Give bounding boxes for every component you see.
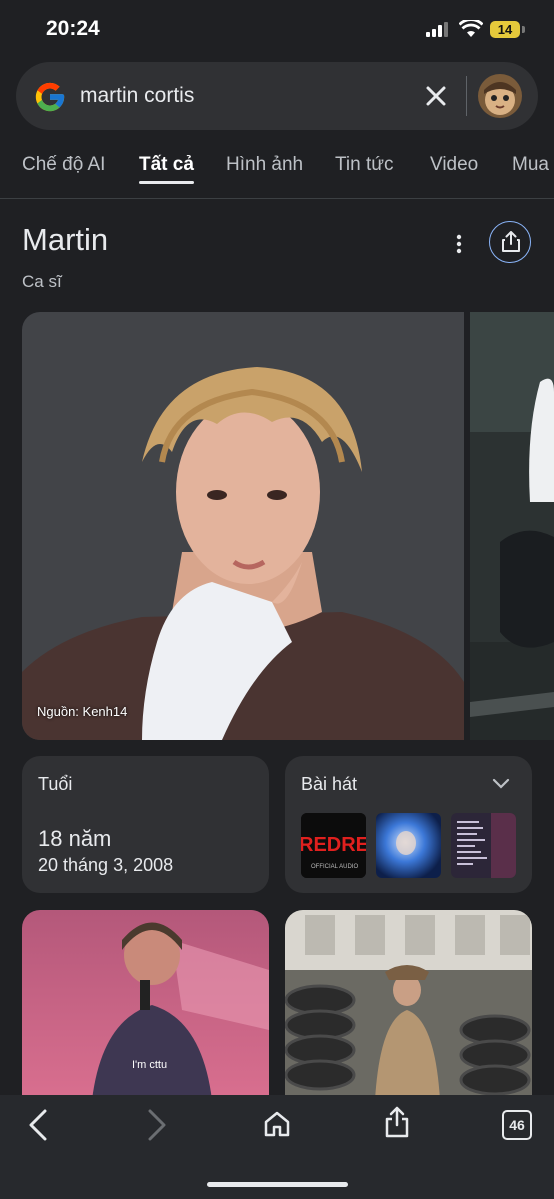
forward-icon[interactable] [147, 1109, 167, 1141]
image-tile-tires[interactable] [285, 910, 532, 1100]
entity-secondary-photo[interactable] [470, 312, 554, 740]
image-source-label: Nguồn: Kenh14 [37, 704, 128, 719]
song-thumbnail[interactable] [451, 813, 516, 878]
share-up-icon[interactable] [384, 1106, 410, 1138]
entity-title: Martin [22, 222, 109, 257]
wifi-icon [459, 20, 483, 37]
svg-text:REDRE: REDRE [301, 834, 366, 856]
back-icon[interactable] [28, 1109, 48, 1141]
home-icon[interactable] [263, 1110, 291, 1138]
age-value: 18 năm [38, 826, 112, 851]
chevron-down-icon[interactable] [492, 778, 510, 790]
avatar[interactable] [478, 74, 522, 118]
age-card-label: Tuổi [38, 774, 73, 794]
battery-cap [522, 26, 525, 33]
tab-shopping[interactable]: Mua [512, 154, 549, 176]
song-thumbnail[interactable] [376, 813, 441, 878]
active-tab-indicator [139, 181, 194, 184]
tab-ai-mode[interactable]: Chế độ AI [22, 154, 105, 176]
status-bar: 20:24 14 [0, 0, 554, 60]
birthdate-value: 20 tháng 3, 2008 [38, 855, 174, 875]
search-tabs: Chế độ AI Tất cả Hình ảnh Tin tức Video … [0, 150, 554, 199]
close-icon[interactable] [424, 82, 448, 110]
search-query[interactable]: martin cortis [80, 84, 194, 108]
tab-all[interactable]: Tất cả [139, 154, 194, 176]
more-vert-icon[interactable] [450, 232, 468, 258]
age-card[interactable]: Tuổi 18 năm 20 tháng 3, 2008 [22, 756, 269, 893]
tabs-icon[interactable]: 46 [502, 1110, 532, 1140]
share-button[interactable] [489, 221, 531, 263]
image-tile-performance[interactable]: I'm cttu [22, 910, 269, 1100]
share-icon [502, 231, 520, 252]
status-time: 20:24 [46, 17, 100, 40]
songs-card-label: Bài hát [301, 774, 358, 794]
search-bar[interactable]: martin cortis [16, 62, 538, 130]
entity-main-photo[interactable]: Nguồn: Kenh14 [22, 312, 464, 740]
tab-video[interactable]: Video [430, 154, 478, 176]
cellular-signal-icon [426, 22, 448, 37]
svg-text:I'm cttu: I'm cttu [132, 1059, 167, 1071]
songs-card[interactable]: Bài hát REDRE OFFICIAL AUDIO [285, 756, 532, 893]
google-logo-icon [35, 82, 65, 112]
battery-icon: 14 [490, 21, 520, 38]
tab-news[interactable]: Tin tức [335, 154, 393, 176]
tab-images[interactable]: Hình ảnh [226, 154, 303, 176]
song-thumbnail[interactable]: REDRE OFFICIAL AUDIO [301, 813, 366, 878]
entity-subtitle: Ca sĩ [22, 272, 62, 291]
home-indicator[interactable] [207, 1182, 348, 1187]
search-divider [466, 76, 467, 116]
svg-text:OFFICIAL AUDIO: OFFICIAL AUDIO [311, 864, 358, 870]
